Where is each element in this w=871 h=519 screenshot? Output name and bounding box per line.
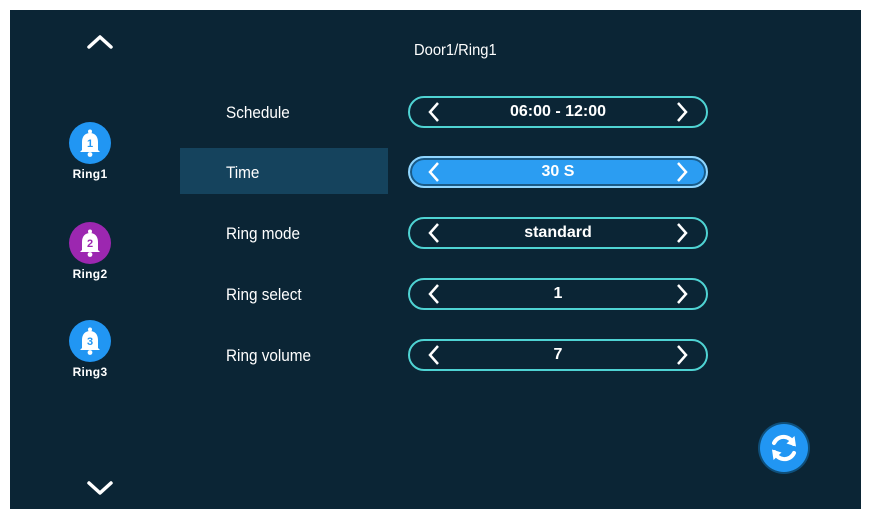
chevron-left-icon[interactable] bbox=[424, 344, 444, 366]
ring1-button[interactable]: 1 Ring1 bbox=[58, 122, 122, 181]
refresh-button[interactable] bbox=[760, 424, 808, 472]
refresh-icon bbox=[772, 434, 796, 462]
ring-select-value: 1 bbox=[553, 285, 563, 302]
chevron-up-icon bbox=[87, 35, 113, 49]
schedule-value: 06:00 - 12:00 bbox=[509, 103, 607, 120]
chevron-left-icon[interactable] bbox=[424, 101, 444, 123]
ring2-button[interactable]: 2 Ring2 bbox=[58, 222, 122, 281]
ring2-label: Ring2 bbox=[72, 267, 108, 281]
svg-text:3: 3 bbox=[87, 336, 93, 348]
ring-mode-label: Ring mode bbox=[226, 224, 300, 243]
bell-icon: 3 bbox=[69, 320, 111, 362]
ring-select-stepper[interactable]: 1 bbox=[408, 278, 708, 310]
screen: 1 Ring1 2 Ring2 3 Ring3 Door1/Ring1 Sche… bbox=[10, 10, 861, 509]
page-title: Door1/Ring1 bbox=[414, 42, 497, 59]
svg-text:1: 1 bbox=[87, 138, 93, 150]
ring-mode-value: standard bbox=[524, 224, 592, 241]
chevron-right-icon[interactable] bbox=[672, 283, 692, 305]
ring-select-label: Ring select bbox=[226, 285, 302, 304]
chevron-left-icon[interactable] bbox=[424, 161, 444, 183]
ring3-button[interactable]: 3 Ring3 bbox=[58, 320, 122, 379]
time-label: Time bbox=[226, 163, 260, 182]
chevron-right-icon[interactable] bbox=[672, 161, 692, 183]
bell-icon: 1 bbox=[69, 122, 111, 164]
time-stepper[interactable]: 30 S bbox=[408, 156, 708, 188]
chevron-left-icon[interactable] bbox=[424, 222, 444, 244]
ring1-label: Ring1 bbox=[72, 167, 108, 181]
schedule-label: Schedule bbox=[226, 103, 290, 122]
ring-volume-value: 7 bbox=[553, 346, 563, 363]
chevron-down-icon bbox=[87, 481, 113, 495]
schedule-stepper[interactable]: 06:00 - 12:00 bbox=[408, 96, 708, 128]
selected-row-highlight bbox=[180, 148, 388, 194]
chevron-right-icon[interactable] bbox=[672, 101, 692, 123]
ring-volume-stepper[interactable]: 7 bbox=[408, 339, 708, 371]
chevron-left-icon[interactable] bbox=[424, 283, 444, 305]
time-value: 30 S bbox=[541, 163, 575, 180]
chevron-right-icon[interactable] bbox=[672, 344, 692, 366]
svg-text:2: 2 bbox=[87, 238, 93, 250]
bell-icon: 2 bbox=[69, 222, 111, 264]
ring-mode-stepper[interactable]: standard bbox=[408, 217, 708, 249]
ring-volume-label: Ring volume bbox=[226, 346, 312, 365]
scroll-down-button[interactable] bbox=[82, 476, 118, 500]
chevron-right-icon[interactable] bbox=[672, 222, 692, 244]
scroll-up-button[interactable] bbox=[82, 30, 118, 54]
ring3-label: Ring3 bbox=[72, 365, 108, 379]
